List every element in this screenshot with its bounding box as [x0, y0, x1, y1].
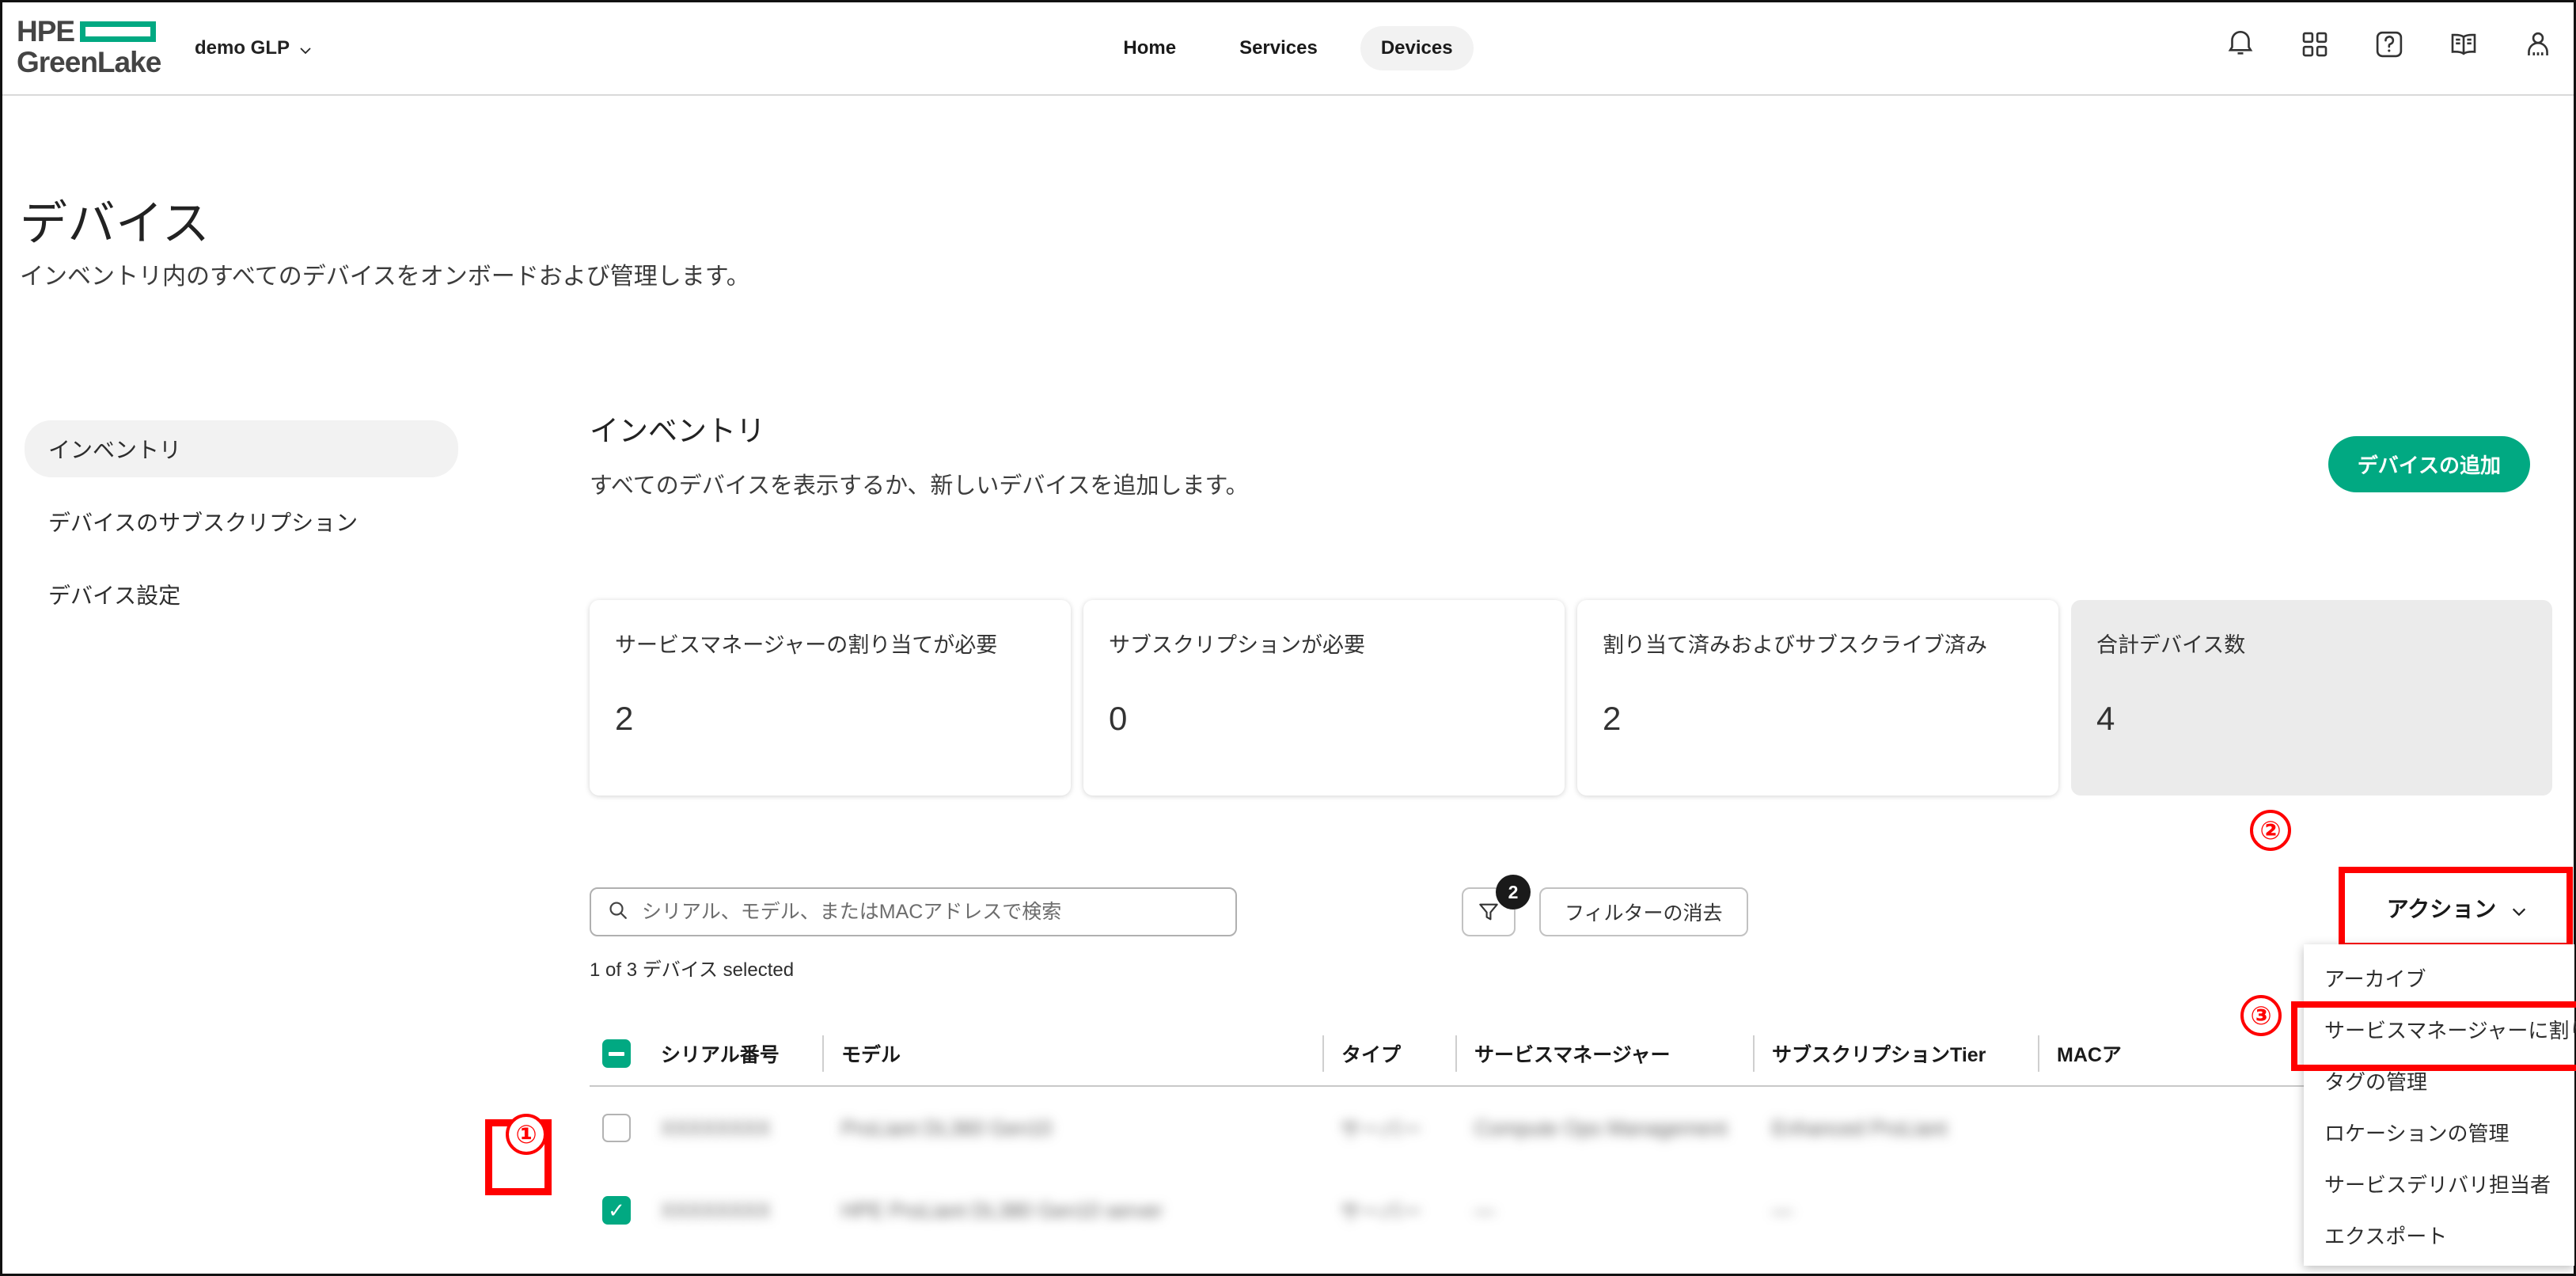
column-header-service-manager[interactable]: サービスマネージャー	[1457, 1035, 1755, 1072]
chevron-down-icon	[2510, 901, 2526, 917]
card-value: 0	[1109, 700, 1128, 737]
card-value: 4	[2096, 700, 2115, 737]
actions-dropdown-button[interactable]: アクション	[2350, 878, 2562, 938]
global-header: HPE GreenLake demo GLP Home Services Dev…	[2, 2, 2574, 96]
sidebar-nav: インベントリ デバイスのサブスクリプション デバイス設定	[25, 420, 458, 639]
row-checkbox[interactable]: ✓	[602, 1196, 631, 1225]
menu-item-export[interactable]: エクスポート	[2304, 1210, 2574, 1261]
cell-subscription-tier: Enhanced ProLiant	[1772, 1115, 1948, 1140]
cell-service-manager: Compute Ops Management	[1474, 1115, 1728, 1140]
column-header-mac-address[interactable]: MACア	[2039, 1035, 2245, 1072]
indeterminate-dash-icon	[609, 1051, 624, 1056]
row-select-cell: ✓	[590, 1196, 643, 1225]
card-needs-service-manager[interactable]: サービスマネージャーの割り当てが必要 2	[590, 600, 1071, 796]
nav-item-services[interactable]: Services	[1219, 26, 1338, 70]
cell-model: ProLiant DL360 Gen10	[841, 1115, 1052, 1140]
cell-model: HPE ProLiant DL380 Gen10 server	[841, 1198, 1163, 1222]
summary-cards: サービスマネージャーの割り当てが必要 2 サブスクリプションが必要 0 割り当て…	[590, 600, 2552, 796]
clear-filters-button[interactable]: フィルターの消去	[1539, 887, 1748, 936]
sidebar-item-device-subscriptions[interactable]: デバイスのサブスクリプション	[25, 493, 458, 550]
page-heading: デバイス インベントリ内のすべてのデバイスをオンボードおよび管理します。	[20, 196, 969, 294]
select-all-cell	[590, 1039, 643, 1068]
card-label: サブスクリプションが必要	[1109, 633, 1365, 657]
nav-item-devices[interactable]: Devices	[1360, 26, 1474, 70]
actions-dropdown-menu: アーカイブ サービスマネージャーに割り当て タグの管理 ロケーションの管理 サー…	[2304, 944, 2576, 1266]
header-icon-group	[2224, 28, 2555, 61]
row-select-cell	[590, 1114, 643, 1142]
add-device-button[interactable]: デバイスの追加	[2328, 436, 2530, 492]
cell-serial: XXXXXXXX	[661, 1115, 771, 1140]
card-total-devices[interactable]: 合計デバイス数 4	[2071, 600, 2552, 796]
card-value: 2	[615, 700, 634, 737]
apps-grid-icon[interactable]	[2298, 28, 2331, 61]
table-row[interactable]: XXXXXXXX ProLiant DL360 Gen10 サーバー Compu…	[590, 1087, 2552, 1169]
card-label: 合計デバイス数	[2096, 633, 2246, 657]
card-label: サービスマネージャーの割り当てが必要	[615, 633, 998, 657]
table-row[interactable]: ✓ XXXXXXXX HPE ProLiant DL380 Gen10 serv…	[590, 1169, 2552, 1251]
menu-item-service-delivery-contact[interactable]: サービスデリバリ担当者	[2304, 1158, 2574, 1210]
column-header-serial[interactable]: シリアル番号	[643, 1035, 824, 1072]
actions-button-label: アクション	[2386, 897, 2497, 921]
menu-item-manage-location[interactable]: ロケーションの管理	[2304, 1107, 2574, 1158]
card-label: 割り当て済みおよびサブスクライブ済み	[1603, 633, 1987, 657]
devices-table: シリアル番号 モデル タイプ サービスマネージャー サブスクリプションTier …	[590, 1022, 2552, 1251]
selection-status-label: 1 of 3 デバイス selected	[590, 959, 795, 981]
column-header-subscription-tier[interactable]: サブスクリプションTier	[1755, 1035, 2039, 1072]
search-box[interactable]	[590, 887, 1237, 936]
row-checkbox[interactable]	[602, 1114, 631, 1142]
cell-service-manager: —	[1474, 1198, 1495, 1222]
card-assigned-and-subscribed[interactable]: 割り当て済みおよびサブスクライブ済み 2	[1577, 600, 2058, 796]
docs-book-icon[interactable]	[2447, 28, 2480, 61]
column-header-type[interactable]: タイプ	[1322, 1035, 1457, 1072]
card-value: 2	[1603, 700, 1622, 737]
checkmark-icon: ✓	[608, 1198, 625, 1222]
cell-type: サーバー	[1340, 1117, 1422, 1141]
menu-item-archive[interactable]: アーカイブ	[2304, 952, 2574, 1004]
page-title: デバイス	[20, 197, 211, 250]
column-header-model[interactable]: モデル	[824, 1035, 1243, 1072]
annotation-marker-1: ①	[506, 1114, 547, 1155]
sidebar-item-device-settings[interactable]: デバイス設定	[25, 566, 458, 623]
annotation-marker-2: ②	[2250, 810, 2291, 851]
annotation-marker-3: ③	[2240, 995, 2282, 1036]
section-subtitle: すべてのデバイスを表示するか、新しいデバイスを追加します。	[590, 473, 1249, 499]
app-window: HPE GreenLake demo GLP Home Services Dev…	[0, 0, 2576, 1276]
card-needs-subscription[interactable]: サブスクリプションが必要 0	[1083, 600, 1565, 796]
inventory-section-header: インベントリ すべてのデバイスを表示するか、新しいデバイスを追加します。 デバイ…	[590, 414, 2552, 503]
filter-count-badge: 2	[1496, 875, 1531, 910]
search-icon	[607, 899, 629, 925]
menu-item-manage-tags[interactable]: タグの管理	[2304, 1055, 2574, 1107]
help-icon[interactable]	[2373, 28, 2406, 61]
menu-item-assign-service-manager[interactable]: サービスマネージャーに割り当て	[2304, 1004, 2576, 1055]
section-title: インベントリ	[590, 415, 765, 447]
search-input[interactable]	[642, 900, 1196, 924]
bell-icon[interactable]	[2224, 28, 2257, 61]
user-profile-icon[interactable]	[2521, 28, 2555, 61]
cell-serial: XXXXXXXX	[661, 1198, 771, 1222]
cell-subscription-tier: —	[1772, 1198, 1793, 1222]
cell-type: サーバー	[1340, 1199, 1422, 1224]
column-spacer	[1243, 1035, 1322, 1072]
select-all-checkbox[interactable]	[602, 1039, 631, 1068]
sidebar-item-inventory[interactable]: インベントリ	[25, 420, 458, 477]
nav-item-home[interactable]: Home	[1102, 26, 1197, 70]
main-nav: Home Services Devices	[2, 26, 2574, 70]
page-subtitle: インベントリ内のすべてのデバイスをオンボードおよび管理します。	[20, 264, 750, 290]
